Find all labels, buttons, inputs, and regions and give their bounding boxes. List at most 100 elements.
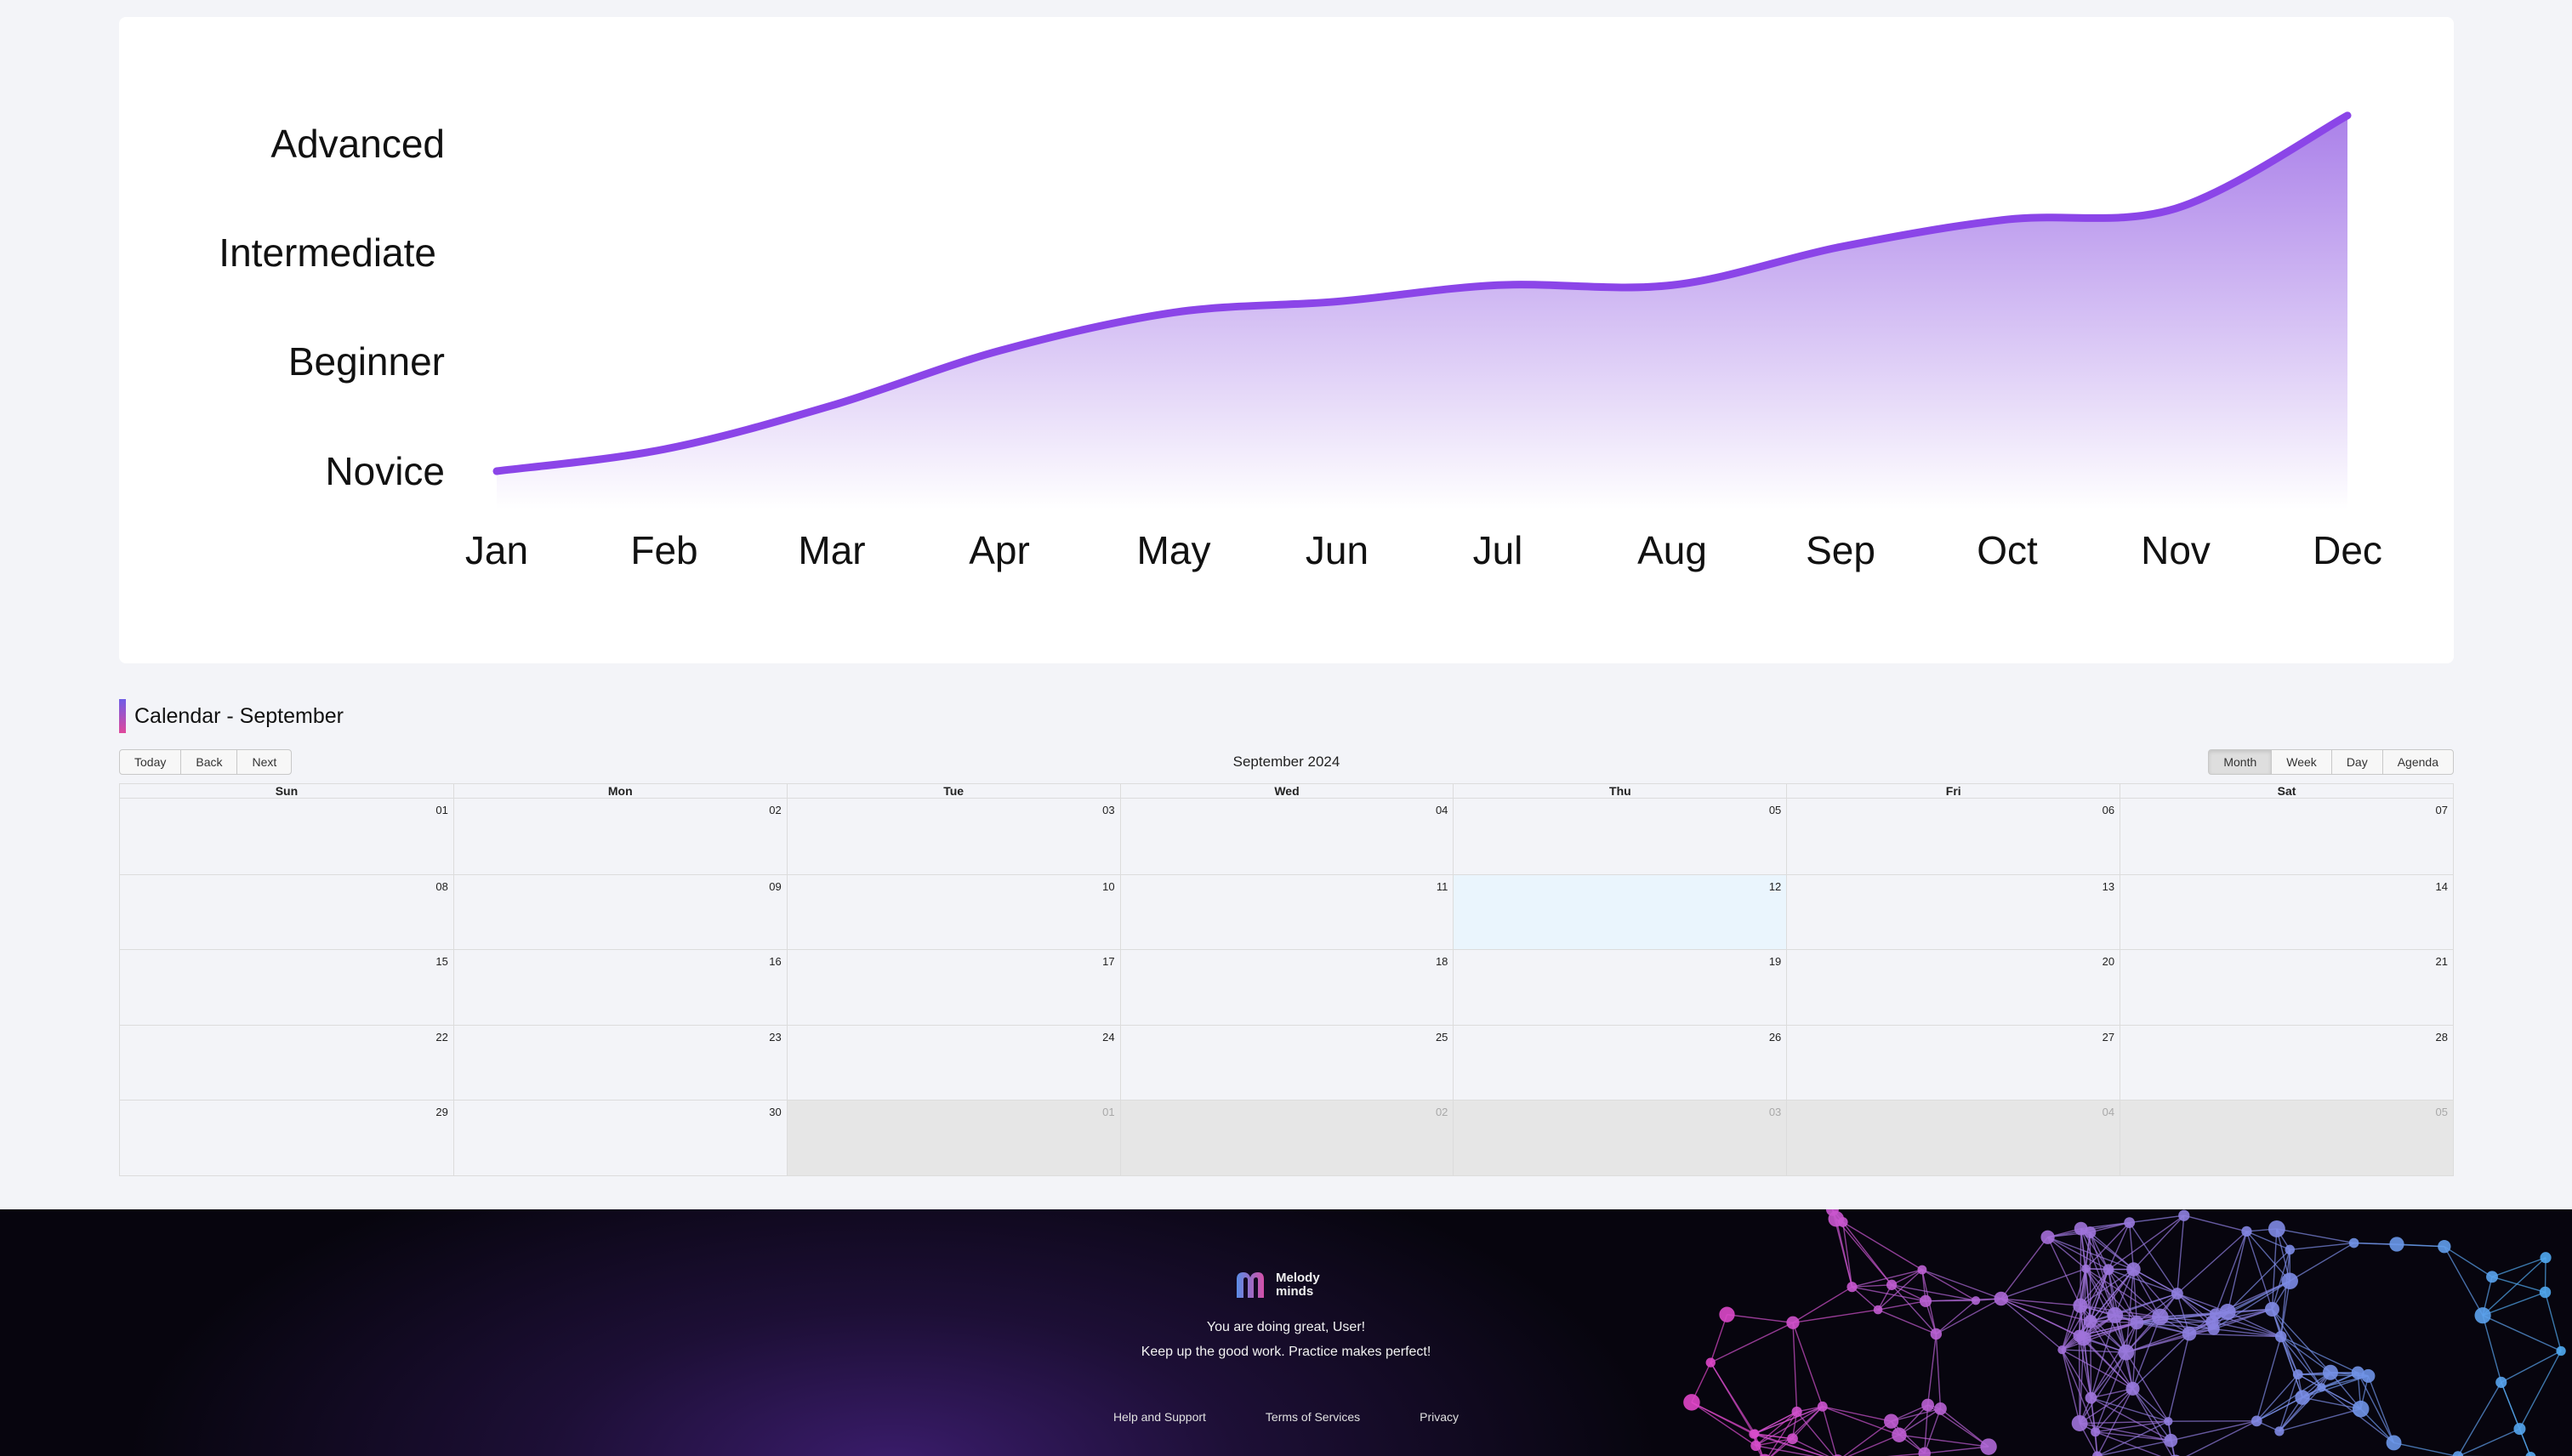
privacy-link[interactable]: Privacy <box>1420 1410 1459 1424</box>
calendar-title: Calendar - September <box>134 703 344 728</box>
calendar-day-cell[interactable]: 01 <box>120 799 453 874</box>
calendar-day-cell[interactable]: 19 <box>1453 950 1787 1025</box>
network-node <box>2178 1209 2190 1221</box>
day-number: 27 <box>2102 1030 2115 1044</box>
day-number: 16 <box>769 955 782 969</box>
network-edge <box>2132 1269 2138 1323</box>
calendar-day-cell[interactable]: 01 <box>786 1101 1120 1175</box>
network-node <box>2085 1391 2097 1404</box>
network-edge <box>2482 1257 2546 1317</box>
day-number: 09 <box>769 879 782 893</box>
network-node <box>2219 1303 2236 1321</box>
calendar-day-cell[interactable]: 06 <box>1786 799 2120 874</box>
network-node <box>2268 1220 2285 1237</box>
calendar-day-cell[interactable]: 14 <box>2120 874 2453 950</box>
terms-of-services-link[interactable]: Terms of Services <box>1266 1410 1360 1424</box>
footer-message-line1: You are doing great, User! <box>1206 1320 1366 1334</box>
network-node <box>1892 1427 1907 1442</box>
network-edge <box>2080 1228 2082 1306</box>
network-node <box>2348 1237 2359 1248</box>
calendar-day-cell[interactable]: 05 <box>2120 1101 2453 1175</box>
day-number: 28 <box>2435 1030 2448 1044</box>
calendar-day-cell[interactable]: 24 <box>786 1025 1120 1101</box>
today-button[interactable]: Today <box>119 749 182 775</box>
day-view-button[interactable]: Day <box>2330 749 2383 775</box>
day-number: 12 <box>1768 879 1782 893</box>
x-tick-label-jun: Jun <box>1306 528 1369 572</box>
network-node <box>2171 1288 2183 1300</box>
calendar-day-cell[interactable]: 17 <box>786 950 1120 1025</box>
next-button[interactable]: Next <box>236 749 293 775</box>
calendar-day-cell[interactable]: 04 <box>1119 799 1454 874</box>
calendar-day-cell[interactable]: 26 <box>1453 1025 1787 1101</box>
calendar-day-cell[interactable]: 29 <box>120 1101 453 1175</box>
week-view-button[interactable]: Week <box>2271 749 2332 775</box>
calendar-day-cell[interactable]: 10 <box>786 874 1120 950</box>
network-edge <box>2183 1214 2247 1232</box>
calendar-heading: Calendar - September <box>119 699 344 733</box>
day-number: 04 <box>1435 804 1448 816</box>
network-node <box>1787 1433 1798 1445</box>
calendar-day-cell[interactable]: 13 <box>1786 874 2120 950</box>
calendar-day-cell[interactable]: 22 <box>120 1025 453 1101</box>
network-node <box>2124 1217 2136 1229</box>
x-tick-label-oct: Oct <box>1977 528 2038 572</box>
logo-text-line2: minds <box>1276 1284 1314 1299</box>
day-number: 15 <box>435 955 448 969</box>
calendar-day-cell[interactable]: 04 <box>1786 1101 2120 1175</box>
network-node <box>2539 1286 2552 1299</box>
footer-message-line2: Keep up the good work. Practice makes pe… <box>1141 1345 1431 1359</box>
calendar-day-cell[interactable]: 18 <box>1119 950 1454 1025</box>
calendar-day-cell[interactable]: 02 <box>1119 1101 1454 1175</box>
month-view-button[interactable]: Month <box>2208 749 2273 775</box>
calendar-weeks: 01 02 03 04 05 06 07 08 09 10 11 12 13 14 15 16 17 18 19 20… <box>120 799 2453 1175</box>
y-tick-label-beginner: Beginner <box>288 339 445 384</box>
y-tick-label-novice: Novice <box>325 449 445 493</box>
day-number: 10 <box>1102 879 1115 893</box>
network-node <box>1994 1291 2009 1306</box>
network-node <box>2525 1451 2536 1456</box>
network-edge <box>1691 1402 1756 1447</box>
logo-text-line1: Melody <box>1276 1271 1320 1285</box>
weekday-header-tue: Tue <box>786 784 1120 799</box>
network-node <box>2264 1301 2279 1317</box>
help-support-link[interactable]: Help and Support <box>1113 1410 1206 1424</box>
network-edge <box>2171 1420 2257 1442</box>
network-edge <box>2000 1237 2049 1300</box>
calendar-day-cell[interactable]: 12 <box>1453 874 1787 950</box>
calendar-day-cell[interactable]: 16 <box>452 950 787 1025</box>
calendar-day-cell[interactable]: 03 <box>786 799 1120 874</box>
network-edge <box>2186 1420 2257 1456</box>
agenda-view-button[interactable]: Agenda <box>2381 749 2454 775</box>
melody-minds-logo: Melody minds <box>1235 1271 1320 1300</box>
x-tick-label-jul: Jul <box>1473 528 1523 572</box>
calendar-day-cell[interactable]: 28 <box>2120 1025 2453 1101</box>
calendar-day-cell[interactable]: 09 <box>452 874 787 950</box>
day-number: 29 <box>435 1106 448 1119</box>
calendar-day-cell[interactable]: 23 <box>452 1025 787 1101</box>
calendar-day-cell[interactable]: 21 <box>2120 950 2453 1025</box>
calendar-day-cell[interactable]: 15 <box>120 950 453 1025</box>
calendar-day-cell[interactable]: 30 <box>452 1101 787 1175</box>
weekday-header-wed: Wed <box>1119 784 1454 799</box>
calendar-day-cell[interactable]: 20 <box>1786 950 2120 1025</box>
network-node <box>2040 1230 2055 1244</box>
calendar-day-cell[interactable]: 02 <box>452 799 787 874</box>
footer-links: Help and Support Terms of Services Priva… <box>0 1410 2572 1424</box>
calendar-day-cell[interactable]: 07 <box>2120 799 2453 874</box>
calendar-day-cell[interactable]: 05 <box>1453 799 1787 874</box>
skill-progress-chart: Novice Beginner Intermediate Advanced Jan Feb… <box>219 111 2382 572</box>
x-tick-label-may: May <box>1137 528 1211 572</box>
network-edge <box>2097 1440 2171 1456</box>
calendar-day-cell[interactable]: 03 <box>1453 1101 1787 1175</box>
weekday-header-fri: Fri <box>1786 784 2120 799</box>
calendar-day-cell[interactable]: 27 <box>1786 1025 2120 1101</box>
x-tick-label-mar: Mar <box>798 528 865 572</box>
network-node <box>1683 1394 1700 1411</box>
calendar-day-cell[interactable]: 08 <box>120 874 453 950</box>
x-tick-label-sep: Sep <box>1806 528 1875 572</box>
calendar-day-cell[interactable]: 25 <box>1119 1025 1454 1101</box>
network-edge <box>2444 1246 2493 1277</box>
calendar-day-cell[interactable]: 11 <box>1119 874 1454 950</box>
back-button[interactable]: Back <box>180 749 238 775</box>
